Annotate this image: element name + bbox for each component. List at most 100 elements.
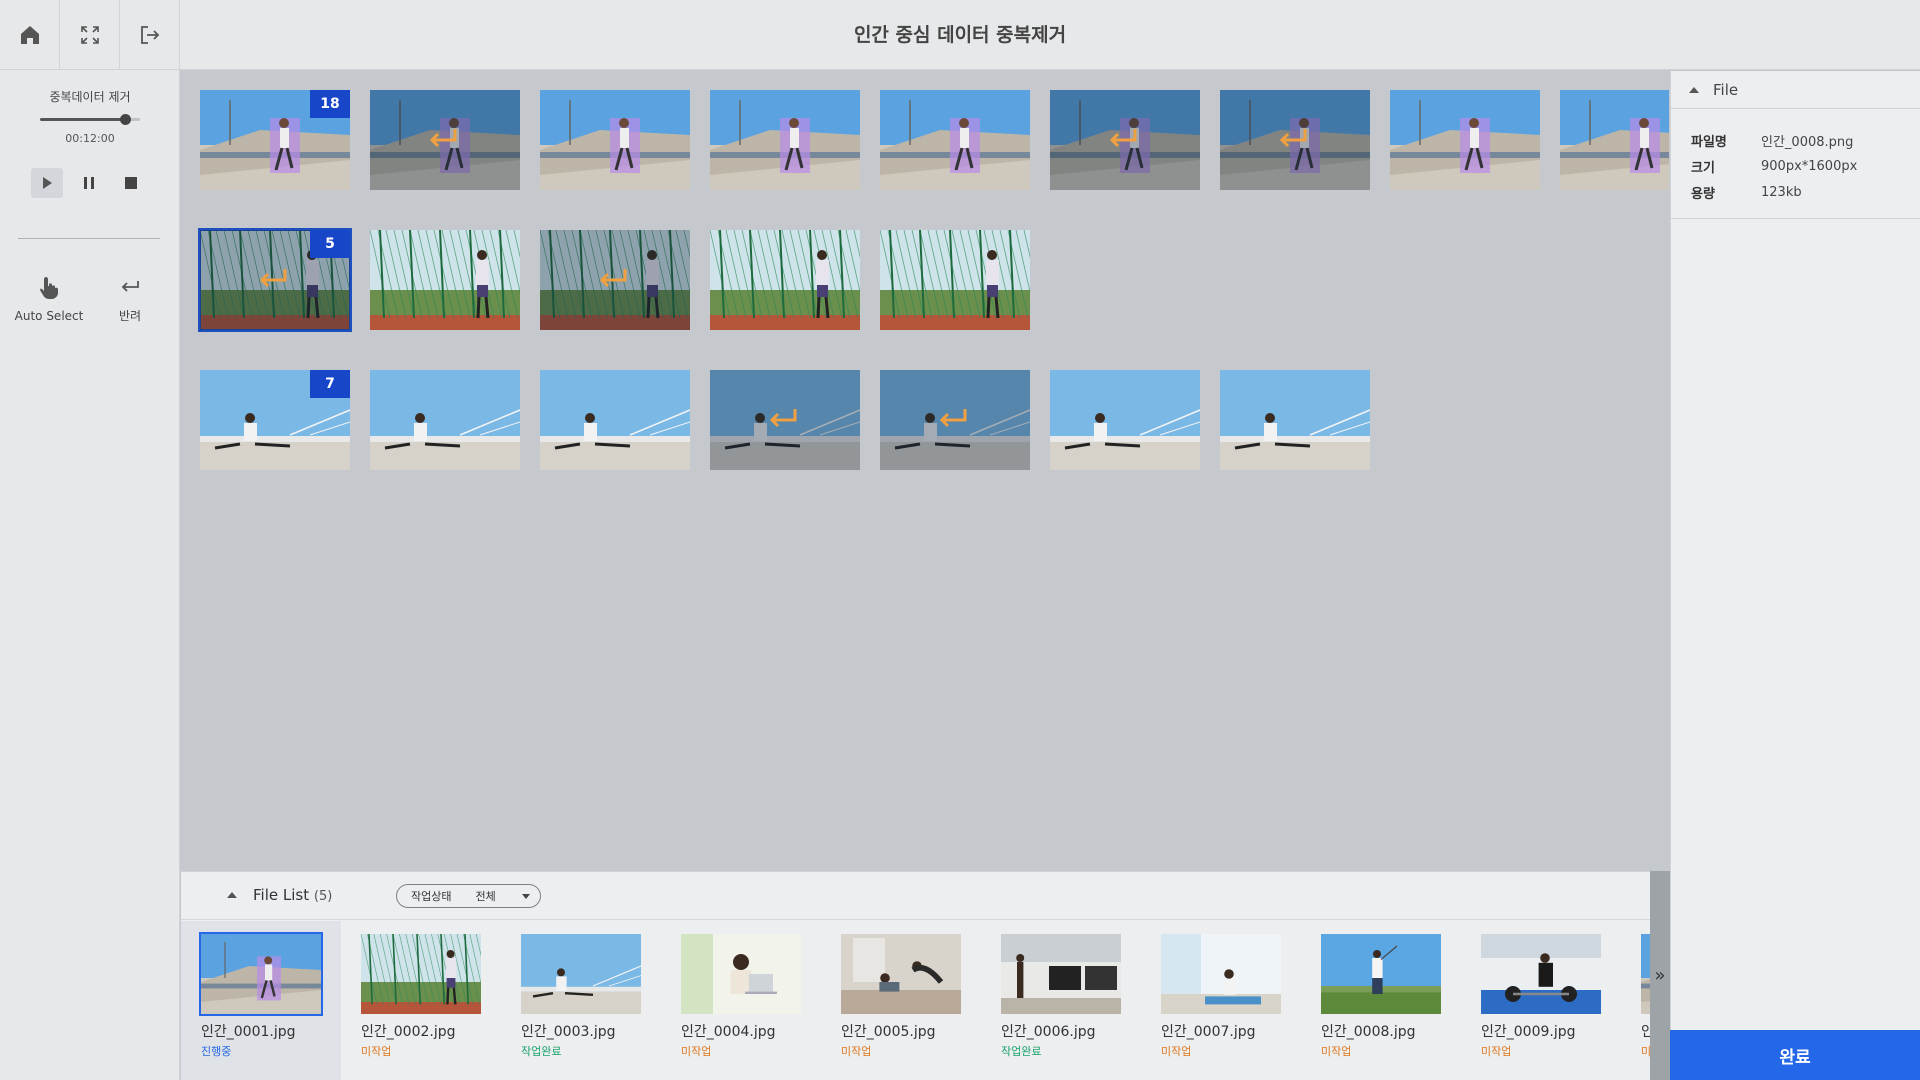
- file-status: 미작업: [841, 1045, 872, 1058]
- group-count-badge: 18: [310, 90, 350, 118]
- duplicate-thumbnail[interactable]: [540, 90, 690, 190]
- file-thumbnail: [841, 934, 961, 1014]
- stop-button[interactable]: [115, 168, 147, 198]
- file-thumbnail: [1481, 934, 1601, 1014]
- file-list-items: 인간_0001.jpg 진행중 인간_0002.jpg 미작업 인간_0003.jpg 작…: [181, 921, 1650, 1080]
- file-list-item[interactable]: 인간_0004.jpg 미작업: [661, 921, 821, 1080]
- file-info-value: 900px*1600px: [1761, 158, 1858, 174]
- file-list-item[interactable]: 인간_0005.jpg 미작업: [821, 921, 981, 1080]
- auto-select-button[interactable]: Auto Select: [14, 275, 84, 324]
- duplicate-thumbnail[interactable]: [1220, 90, 1370, 190]
- duplicate-thumbnail[interactable]: [370, 90, 520, 190]
- duplicate-thumbnail[interactable]: [540, 370, 690, 470]
- file-status: 미작업: [1481, 1045, 1512, 1058]
- file-list-item[interactable]: 인간_0009.jpg 미작업: [1461, 921, 1621, 1080]
- duplicate-thumbnail[interactable]: [370, 230, 520, 330]
- duplicate-thumbnail[interactable]: [1220, 370, 1370, 470]
- progress-slider[interactable]: [40, 114, 140, 125]
- file-status: 작업완료: [1001, 1045, 1042, 1058]
- duplicate-thumbnail[interactable]: [1050, 370, 1200, 470]
- top-bar: 인간 중심 데이터 중복제거: [0, 0, 1920, 70]
- duplicate-thumbnail[interactable]: 7: [200, 370, 350, 470]
- duplicate-thumbnail[interactable]: [880, 370, 1030, 470]
- chevron-down-icon: [522, 894, 530, 899]
- file-list-item[interactable]: 인간_0006.jpg 작업완료: [981, 921, 1141, 1080]
- file-status: 미: [1641, 1045, 1650, 1058]
- duplicate-thumbnail[interactable]: [1560, 90, 1669, 190]
- slider-thumb[interactable]: [120, 114, 131, 125]
- return-icon: [121, 281, 139, 292]
- file-status: 미작업: [681, 1045, 712, 1058]
- file-list-item[interactable]: 인간_0001.jpg 진행중: [181, 921, 341, 1080]
- done-button[interactable]: 완료: [1670, 1030, 1920, 1080]
- duplicate-thumbnail[interactable]: [710, 230, 860, 330]
- left-panel: 중복데이터 제거 00:12:00 Auto Select 반려: [0, 70, 180, 1080]
- duplicate-thumbnail[interactable]: 5: [198, 228, 352, 332]
- duplicate-thumbnail[interactable]: [1390, 90, 1540, 190]
- file-name: 인간_0007.jpg: [1161, 1024, 1256, 1040]
- return-arrow-icon: [599, 269, 627, 288]
- file-name: 인간_0001.jpg: [201, 1024, 296, 1040]
- file-info-row: 용량 123kb: [1691, 179, 1920, 205]
- duplicate-thumbnail[interactable]: [1050, 90, 1200, 190]
- file-status: 진행중: [201, 1045, 232, 1058]
- logout-icon: [140, 26, 159, 44]
- file-status: 작업완료: [521, 1045, 562, 1058]
- status-filter-value: 전체: [475, 890, 496, 903]
- file-info-panel: File 파일명 인간_0008.png 크기 900px*1600px 용량 …: [1670, 71, 1920, 1080]
- pause-button[interactable]: [73, 168, 105, 198]
- file-info-value: 123kb: [1761, 184, 1802, 200]
- file-info-key: 파일명: [1691, 134, 1727, 150]
- exit-button[interactable]: [120, 0, 180, 70]
- file-name: 인간_0003.jpg: [521, 1024, 616, 1040]
- auto-select-label: Auto Select: [14, 309, 84, 323]
- file-panel-header[interactable]: File: [1671, 71, 1920, 109]
- duplicate-thumbnail[interactable]: [710, 370, 860, 470]
- file-info-key: 크기: [1691, 160, 1715, 176]
- return-button[interactable]: 반려: [95, 275, 165, 324]
- file-list-header: File List (5) 작업상태 전체: [181, 872, 1650, 920]
- file-name: 인간_0004.jpg: [681, 1024, 776, 1040]
- double-chevron-right-icon: »: [1654, 965, 1666, 986]
- return-arrow-icon: [429, 129, 457, 148]
- file-list-item[interactable]: 인간_0008.jpg 미작업: [1301, 921, 1461, 1080]
- return-arrow-icon: [259, 269, 287, 288]
- file-list-panel: File List (5) 작업상태 전체 인간_0001.jpg 진행중 인간_0…: [181, 871, 1650, 1080]
- play-button[interactable]: [31, 168, 63, 198]
- file-list-item[interactable]: 인간_0007.jpg 미작업: [1141, 921, 1301, 1080]
- status-filter-label: 작업상태: [411, 890, 452, 903]
- file-info-row: 크기 900px*1600px: [1691, 153, 1920, 179]
- fullscreen-button[interactable]: [60, 0, 120, 70]
- file-list-item[interactable]: 인간_0002.jpg 미작업: [341, 921, 501, 1080]
- file-info-key: 용량: [1691, 186, 1715, 202]
- file-thumbnail: [1321, 934, 1441, 1014]
- file-thumbnail: [1001, 934, 1121, 1014]
- file-list-item[interactable]: 인미: [1621, 921, 1650, 1080]
- file-list-item[interactable]: 인간_0003.jpg 작업완료: [501, 921, 661, 1080]
- file-list-title-text: File List: [253, 886, 310, 904]
- divider: [18, 238, 160, 239]
- scroll-next-button[interactable]: »: [1650, 871, 1670, 1080]
- file-thumbnail: [1641, 934, 1650, 1014]
- duplicate-thumbnail[interactable]: [710, 90, 860, 190]
- file-status: 미작업: [1161, 1045, 1192, 1058]
- file-status: 미작업: [361, 1045, 392, 1058]
- page-title: 인간 중심 데이터 중복제거: [853, 24, 1067, 46]
- file-name: 인간_0008.jpg: [1321, 1024, 1416, 1040]
- status-filter-select[interactable]: 작업상태 전체: [396, 884, 541, 908]
- fullscreen-icon: [80, 26, 99, 44]
- duplicate-thumbnail[interactable]: [880, 90, 1030, 190]
- file-info-row: 파일명 인간_0008.png: [1691, 127, 1920, 153]
- home-button[interactable]: [0, 0, 60, 70]
- duplicate-thumbnail[interactable]: [540, 230, 690, 330]
- group-count-badge: 7: [310, 370, 350, 398]
- panel-title: 중복데이터 제거: [49, 90, 131, 104]
- file-name: 인간_0009.jpg: [1481, 1024, 1576, 1040]
- duplicate-thumbnail[interactable]: 18: [200, 90, 350, 190]
- file-panel-title: File: [1713, 80, 1739, 99]
- file-thumbnail: [361, 934, 481, 1014]
- duplicate-thumbnail[interactable]: [880, 230, 1030, 330]
- collapse-icon[interactable]: [227, 892, 237, 898]
- duplicate-grid: 18 5 7: [181, 71, 1669, 871]
- duplicate-thumbnail[interactable]: [370, 370, 520, 470]
